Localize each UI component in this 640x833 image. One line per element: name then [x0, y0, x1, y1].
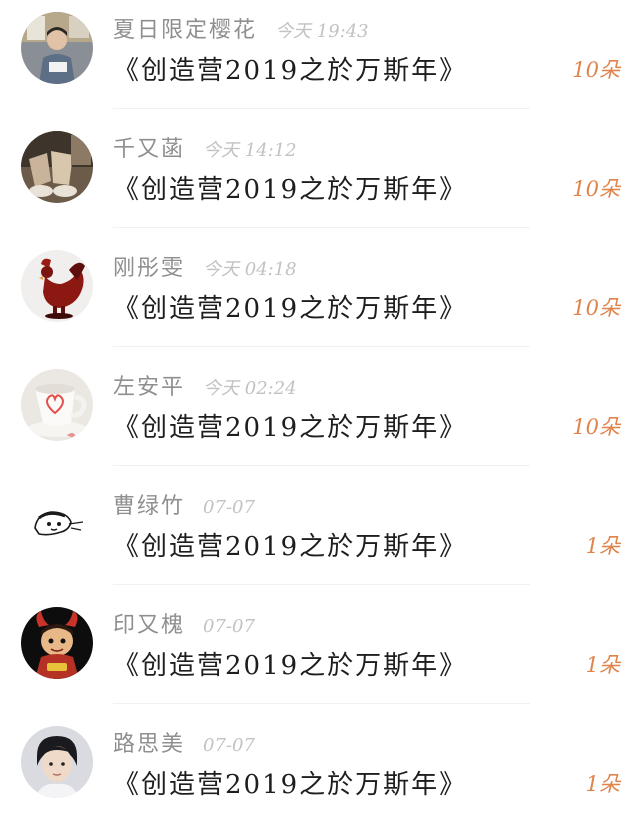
username[interactable]: 路思美 [113, 726, 185, 758]
username[interactable]: 左安平 [113, 369, 185, 401]
portrait-image [21, 726, 93, 798]
avatar[interactable] [21, 369, 93, 441]
work-title[interactable]: 《创造营2019之於万斯年》 [113, 50, 467, 87]
username[interactable]: 印又槐 [113, 607, 185, 639]
list-item[interactable]: 左安平 今天 02:24 《创造营2019之於万斯年》 10朵 [0, 357, 640, 476]
row-meta: 路思美 07-07 [113, 726, 255, 758]
work-title[interactable]: 《创造营2019之於万斯年》 [113, 764, 467, 801]
sketch-face-image [21, 488, 93, 560]
row-meta: 刚彤雯 今天 04:18 [113, 250, 297, 282]
avatar[interactable] [21, 131, 93, 203]
list-item[interactable]: 夏日限定樱花 今天 19:43 《创造营2019之於万斯年》 10朵 [0, 0, 640, 119]
flower-count: 1朵 [585, 772, 620, 796]
avatar[interactable] [21, 250, 93, 322]
row-meta: 印又槐 07-07 [113, 607, 255, 639]
flower-count: 10朵 [572, 415, 620, 439]
divider [113, 584, 530, 585]
username[interactable]: 夏日限定樱花 [113, 12, 257, 44]
row-meta: 夏日限定樱花 今天 19:43 [113, 12, 369, 44]
divider [113, 108, 530, 109]
work-title[interactable]: 《创造营2019之於万斯年》 [113, 407, 467, 444]
work-title[interactable]: 《创造营2019之於万斯年》 [113, 645, 467, 682]
timestamp: 今天 04:18 [203, 259, 297, 280]
rooster-figurine-image [21, 250, 93, 322]
divider [113, 703, 530, 704]
gift-list: 夏日限定樱花 今天 19:43 《创造营2019之於万斯年》 10朵 千又菡 今… [0, 0, 640, 825]
list-item[interactable]: 印又槐 07-07 《创造营2019之於万斯年》 1朵 [0, 595, 640, 714]
username[interactable]: 千又菡 [113, 131, 185, 163]
timestamp: 今天 02:24 [203, 378, 297, 399]
avatar[interactable] [21, 607, 93, 679]
list-item[interactable]: 千又菡 今天 14:12 《创造营2019之於万斯年》 10朵 [0, 119, 640, 238]
timestamp: 今天 19:43 [275, 21, 369, 42]
work-title[interactable]: 《创造营2019之於万斯年》 [113, 526, 467, 563]
user-avatar-image [21, 131, 93, 203]
username[interactable]: 刚彤雯 [113, 250, 185, 282]
list-item[interactable]: 路思美 07-07 《创造营2019之於万斯年》 1朵 [0, 714, 640, 833]
timestamp: 今天 14:12 [203, 140, 297, 161]
timestamp: 07-07 [203, 735, 255, 756]
list-item[interactable]: 曹绿竹 07-07 《创造营2019之於万斯年》 1朵 [0, 476, 640, 595]
list-item[interactable]: 刚彤雯 今天 04:18 《创造营2019之於万斯年》 10朵 [0, 238, 640, 357]
timestamp: 07-07 [203, 497, 255, 518]
row-meta: 曹绿竹 07-07 [113, 488, 255, 520]
work-title[interactable]: 《创造营2019之於万斯年》 [113, 169, 467, 206]
flower-count: 10朵 [572, 177, 620, 201]
divider [113, 227, 530, 228]
cartoon-character-image [21, 607, 93, 679]
avatar[interactable] [21, 12, 93, 84]
avatar[interactable] [21, 488, 93, 560]
username[interactable]: 曹绿竹 [113, 488, 185, 520]
flower-count: 10朵 [572, 296, 620, 320]
avatar[interactable] [21, 726, 93, 798]
flower-count: 1朵 [585, 534, 620, 558]
timestamp: 07-07 [203, 616, 255, 637]
work-title[interactable]: 《创造营2019之於万斯年》 [113, 288, 467, 325]
divider [113, 465, 530, 466]
flower-count: 1朵 [585, 653, 620, 677]
user-avatar-image [21, 12, 93, 84]
divider [113, 346, 530, 347]
heart-cup-image [21, 369, 93, 441]
row-meta: 千又菡 今天 14:12 [113, 131, 297, 163]
row-meta: 左安平 今天 02:24 [113, 369, 297, 401]
flower-count: 10朵 [572, 58, 620, 82]
